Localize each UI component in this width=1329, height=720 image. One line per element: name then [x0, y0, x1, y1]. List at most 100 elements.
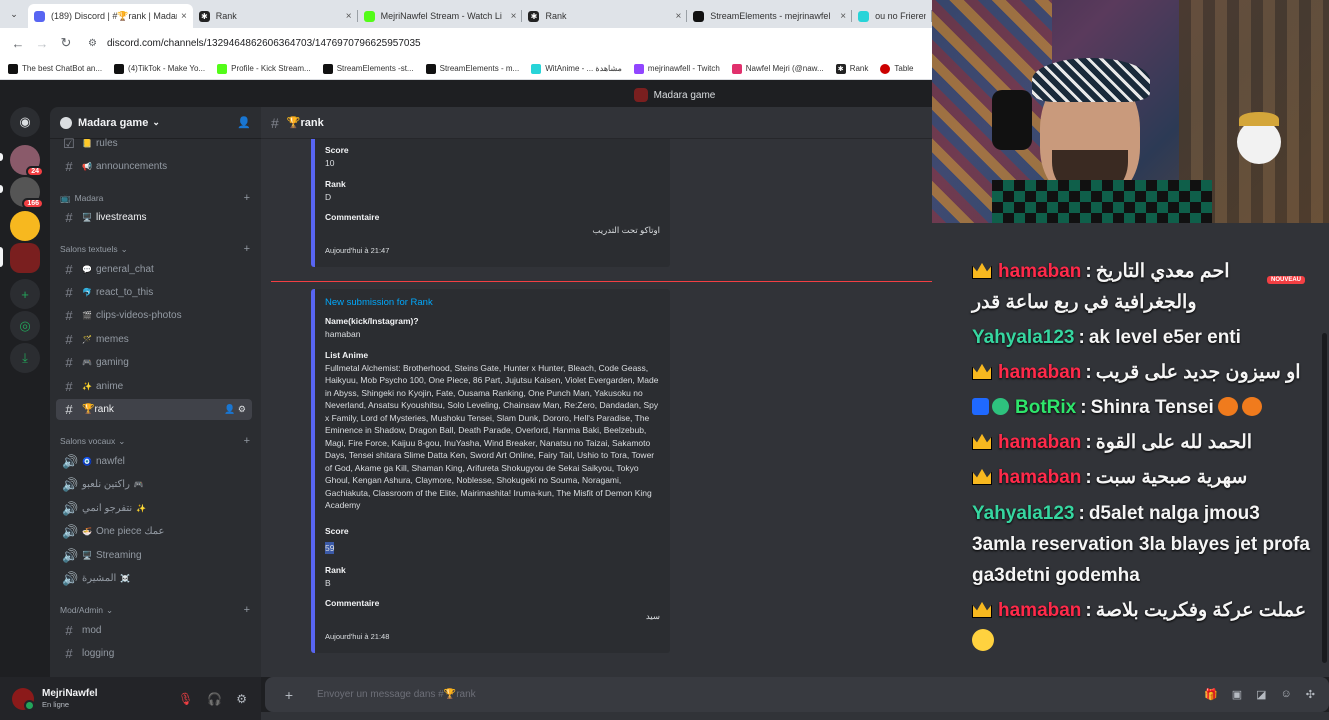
witanime-favicon-icon — [858, 10, 870, 22]
channel-gaming[interactable]: # 🎮 gaming — [56, 352, 252, 373]
browser-tab[interactable]: ✱ Rank × — [522, 4, 688, 28]
voice-channel[interactable]: 🔊 🧿 nawfel — [56, 451, 252, 472]
bookmark[interactable]: StreamElements - m... — [425, 63, 519, 74]
add-channel-icon[interactable]: + — [244, 192, 250, 204]
chat-message: hamaban: الحمد لله على القوة — [972, 427, 1312, 458]
channel-anime[interactable]: # ✨ anime — [56, 376, 252, 397]
bookmark[interactable]: ✱ Rank — [835, 63, 868, 74]
server-avatar-madara[interactable] — [10, 243, 40, 273]
voice-channel[interactable]: 🔊 نتفرجو انمي ✨ — [56, 498, 252, 519]
channel-mod[interactable]: # mod — [56, 620, 252, 641]
browser-tab[interactable]: ✱ Rank × — [193, 4, 358, 28]
emoji-icon[interactable]: ☺ — [1281, 688, 1292, 701]
add-channel-icon[interactable]: + — [244, 243, 250, 255]
chevron-down-icon: ⌄ — [106, 604, 114, 615]
close-tab-icon[interactable]: × — [346, 11, 352, 22]
speaker-icon: 🔊 — [62, 523, 79, 539]
add-channel-icon[interactable]: + — [244, 604, 250, 616]
server-avatar[interactable]: 166 — [10, 177, 44, 209]
bookmark[interactable]: StreamElements -st... — [322, 63, 414, 74]
channel-clips[interactable]: # 🎬 clips-videos-photos — [56, 305, 252, 326]
gif-icon[interactable]: ▣ — [1232, 688, 1242, 701]
bookmark[interactable]: The best ChatBot an... — [8, 63, 102, 74]
server-avatar[interactable] — [10, 211, 40, 241]
embed-title[interactable]: New submission for Rank — [325, 297, 660, 308]
discover-icon[interactable]: ◎ — [10, 311, 40, 341]
jolly-roger-icon — [1237, 112, 1281, 164]
close-tab-icon[interactable]: × — [675, 11, 681, 22]
close-tab-icon[interactable]: × — [511, 11, 517, 22]
channel-name: One piece عمك — [95, 526, 165, 537]
tab-search-icon[interactable]: ⌄ — [0, 0, 28, 28]
channel-announcements[interactable]: # 📢 announcements — [56, 156, 252, 177]
speaker-icon: 🔊 — [62, 547, 79, 563]
mic-muted-icon[interactable]: 🎙 — [178, 692, 193, 706]
field-name: Commentaire — [325, 212, 380, 222]
category-madara[interactable]: 📺 Madara + — [60, 190, 250, 206]
field-value: B — [325, 577, 331, 588]
reload-icon[interactable]: ↻ — [54, 35, 78, 51]
gift-icon[interactable]: 🎁 — [1204, 688, 1218, 701]
voice-channel[interactable]: 🔊 🍜 One piece عمك — [56, 521, 252, 542]
sticker-icon[interactable]: ◪ — [1256, 688, 1266, 701]
voice-channel[interactable]: 🔊 🖥️ Streaming — [56, 545, 252, 566]
category-salons-vocaux[interactable]: Salons vocaux ⌄ + — [60, 433, 250, 449]
browser-tab[interactable]: StreamElements - mejrinawfel × — [687, 4, 852, 28]
gear-icon[interactable]: ⚙ — [236, 692, 247, 706]
add-channel-icon[interactable]: + — [244, 435, 250, 447]
headphones-icon[interactable]: 🎧 — [207, 692, 222, 706]
scrollbar[interactable] — [1322, 333, 1327, 663]
field-value: Fullmetal Alchemist: Brotherhood, Steins… — [325, 362, 659, 511]
forward-icon[interactable]: → — [30, 36, 54, 51]
user-status: En ligne — [42, 700, 70, 709]
crown-icon — [972, 601, 992, 618]
user-info[interactable]: MejriNawfel En ligne — [42, 688, 98, 709]
avatar[interactable] — [12, 687, 35, 711]
channel-livestreams[interactable]: # 🖥️ livestreams — [56, 207, 252, 228]
discord-home-icon[interactable]: ◉ — [10, 107, 40, 137]
category-mod-admin[interactable]: Mod/Admin ⌄ + — [60, 602, 250, 618]
download-icon[interactable]: ⤓ — [10, 343, 40, 373]
channel-logging[interactable]: # logging — [56, 643, 252, 664]
channel-emoji: 🎮 — [82, 358, 92, 367]
bookmark[interactable]: Table — [880, 63, 914, 74]
site-info-icon[interactable]: ⚙ — [88, 38, 97, 49]
channel-settings-icon[interactable]: 👤 ⚙ — [224, 404, 246, 415]
channel-react-to-this[interactable]: # 🐬 react_to_this — [56, 282, 252, 303]
message-composer[interactable]: + Envoyer un message dans #🏆rank 🎁 ▣ ◪ ☺… — [265, 677, 1329, 712]
bookmark[interactable]: Nawfel Mejri (@naw... — [731, 63, 824, 74]
bookmark[interactable]: Profile - Kick Stream... — [217, 63, 311, 74]
apps-icon[interactable]: ✣ — [1306, 688, 1315, 701]
voice-channel[interactable]: 🔊 راكتين نلعبو 🎮 — [56, 474, 252, 495]
bookmark[interactable]: mejrinawfell - Twitch — [633, 63, 720, 74]
add-server-icon[interactable]: + — [10, 279, 40, 309]
channel-name: gaming — [95, 357, 129, 368]
server-avatar[interactable]: 24 — [10, 145, 44, 177]
chat-message: BotRix: Shinra Tensei — [972, 392, 1312, 423]
voice-channel[interactable]: 🔊 المشيرة ☠️ — [56, 568, 252, 589]
bookmark[interactable]: WitAnime - ... مشاهدة — [531, 63, 622, 74]
speaker-icon: 🔊 — [62, 476, 79, 492]
crown-icon — [972, 468, 992, 485]
back-icon[interactable]: ← — [6, 36, 30, 51]
attach-plus-icon[interactable]: + — [279, 687, 299, 703]
bookmark[interactable]: (4)TikTok - Make Yo... — [114, 63, 205, 74]
channel-rank[interactable]: # 🏆rank 👤 ⚙ — [56, 399, 252, 420]
browser-tab[interactable]: (189) Discord | #🏆rank | Madara × — [27, 4, 193, 28]
close-tab-icon[interactable]: × — [840, 11, 846, 22]
channel-name: المشيرة — [82, 573, 117, 584]
discord-favicon-icon — [33, 10, 45, 22]
channel-memes[interactable]: # 🪄 memes — [56, 329, 252, 350]
browser-tab[interactable]: ou no Frieren 2 — [852, 4, 932, 28]
field-value: 59 — [325, 541, 335, 554]
browser-tab[interactable]: MejriNawfel Stream - Watch Li × — [358, 4, 523, 28]
invite-icon[interactable]: 👤 — [237, 116, 251, 129]
category-salons-textuels[interactable]: Salons textuels ⌄ + — [60, 241, 250, 257]
channel-name: راكتين نلعبو — [82, 479, 130, 490]
url-field[interactable]: ⚙ discord.com/channels/13294648626063647… — [88, 38, 421, 49]
channel-rules[interactable]: ☑ 📒 rules — [56, 133, 252, 154]
category-name: Madara — [74, 193, 104, 203]
close-tab-icon[interactable]: × — [181, 11, 187, 22]
channel-general-chat[interactable]: # 💬 general_chat — [56, 259, 252, 280]
guild-icon — [60, 116, 72, 129]
